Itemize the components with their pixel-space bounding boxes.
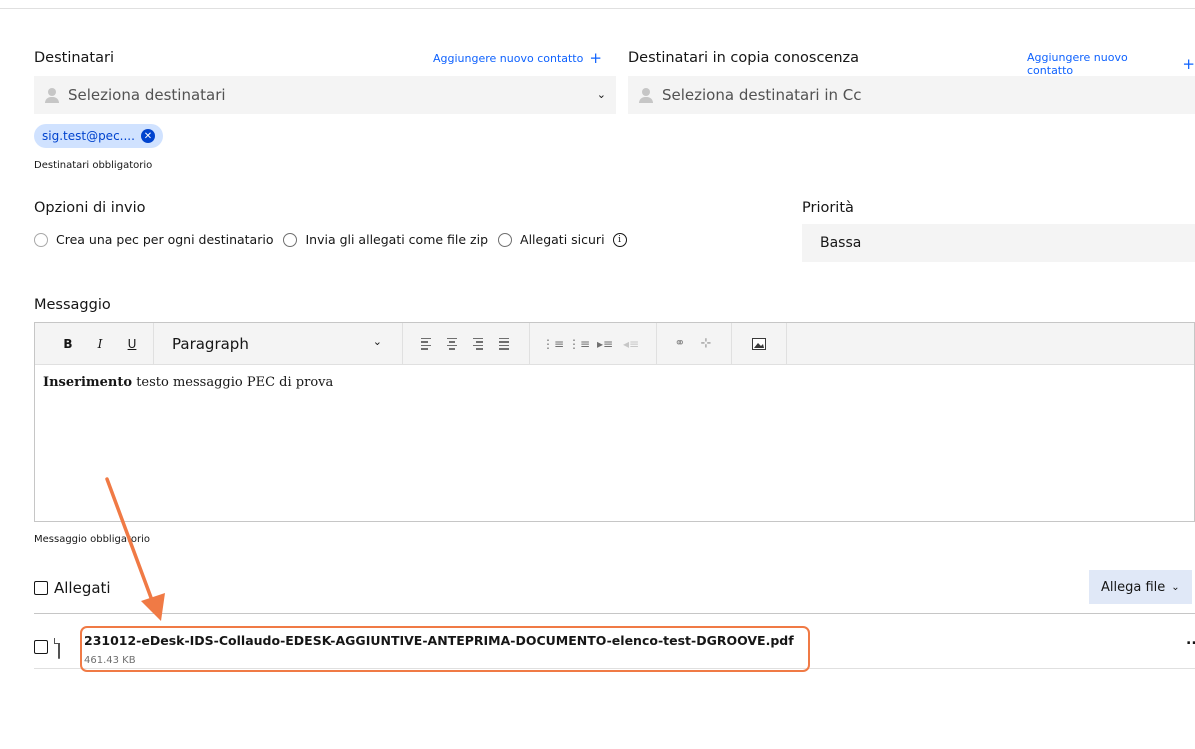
- toolbar-separator: [656, 322, 657, 365]
- send-options-label: Opzioni di invio: [34, 200, 146, 216]
- editor-toolbar: B I U Paragraph ⌄ ⋮≡ ⋮≡ ▸≡ ◂≡ ⚭ ⊹: [35, 322, 1194, 365]
- option-secure-attachments[interactable]: Allegati sicuri i: [498, 232, 627, 247]
- message-body-text: testo messaggio PEC di prova: [132, 375, 334, 390]
- send-options-group: Crea una pec per ogni destinatario Invia…: [34, 232, 637, 247]
- person-icon: [44, 87, 60, 103]
- top-divider: [0, 8, 1195, 9]
- option-one-pec-per-recipient[interactable]: Crea una pec per ogni destinatario: [34, 232, 273, 247]
- radio-icon[interactable]: [34, 232, 48, 247]
- align-center-icon[interactable]: [439, 331, 465, 357]
- plus-icon: +: [589, 49, 602, 67]
- align-justify-icon[interactable]: [491, 331, 517, 357]
- bullet-list-icon[interactable]: ⋮≡: [540, 331, 566, 357]
- align-right-icon[interactable]: [465, 331, 491, 357]
- add-contact-label: Aggiungere nuovo contatto: [1027, 51, 1128, 77]
- format-value: Paragraph: [172, 334, 249, 353]
- toolbar-separator: [402, 322, 403, 365]
- priority-select[interactable]: Bassa: [802, 224, 1195, 262]
- chevron-down-icon: ⌄: [1171, 581, 1180, 593]
- align-left-icon[interactable]: [413, 331, 439, 357]
- unlink-icon[interactable]: ⊹: [693, 331, 719, 357]
- attachments-divider: [34, 613, 1195, 614]
- numbered-list-icon[interactable]: ⋮≡: [566, 331, 592, 357]
- priority-value: Bassa: [820, 235, 862, 251]
- recipient-tag: sig.test@pec.... ✕: [34, 124, 163, 148]
- option-zip-attachments[interactable]: Invia gli allegati come file zip: [283, 232, 488, 247]
- format-select[interactable]: Paragraph ⌄: [154, 323, 402, 365]
- info-icon[interactable]: i: [612, 232, 627, 247]
- remove-tag-icon[interactable]: ✕: [140, 129, 155, 143]
- cc-placeholder: Seleziona destinatari in Cc: [662, 86, 862, 104]
- italic-button[interactable]: I: [87, 331, 113, 357]
- attach-file-button[interactable]: Allega file ⌄: [1089, 570, 1192, 604]
- priority-label: Priorità: [802, 200, 854, 216]
- chevron-down-icon: ⌄: [372, 334, 382, 348]
- annotation-arrow: [105, 477, 165, 621]
- outdent-icon[interactable]: ◂≡: [618, 331, 644, 357]
- person-icon: [638, 87, 654, 103]
- link-icon[interactable]: ⚭: [667, 331, 693, 357]
- message-editor: B I U Paragraph ⌄ ⋮≡ ⋮≡ ▸≡ ◂≡ ⚭ ⊹ Inseri…: [34, 322, 1195, 522]
- recipients-select[interactable]: Seleziona destinatari ⌄: [34, 76, 616, 114]
- cc-select[interactable]: Seleziona destinatari in Cc: [628, 76, 1195, 114]
- recipients-helper-text: Destinatari obbligatorio: [34, 160, 153, 171]
- message-body[interactable]: Inserimento testo messaggio PEC di prova: [35, 365, 1194, 400]
- toolbar-separator: [786, 322, 787, 365]
- cc-label: Destinatari in copia conoscenza: [628, 50, 860, 66]
- attachment-checkbox[interactable]: [34, 640, 48, 654]
- underline-button[interactable]: U: [119, 331, 145, 357]
- bold-button[interactable]: B: [55, 331, 81, 357]
- recipients-placeholder: Seleziona destinatari: [68, 86, 226, 104]
- annotation-highlight-box: [80, 626, 810, 672]
- image-icon[interactable]: [746, 331, 772, 357]
- pdf-file-icon: [58, 638, 60, 659]
- indent-icon[interactable]: ▸≡: [592, 331, 618, 357]
- select-all-checkbox[interactable]: [34, 581, 48, 595]
- recipient-tag-label: sig.test@pec....: [42, 129, 135, 143]
- option-label: Allegati sicuri: [520, 232, 605, 247]
- plus-icon: +: [1182, 54, 1195, 73]
- radio-icon[interactable]: [283, 232, 298, 247]
- cc-add-contact-link[interactable]: Aggiungere nuovo contatto +: [1027, 51, 1195, 77]
- overflow-menu-icon[interactable]: ...: [1186, 632, 1195, 648]
- message-label: Messaggio: [34, 297, 111, 313]
- recipients-label: Destinatari: [34, 50, 114, 66]
- add-contact-label: Aggiungere nuovo contatto: [433, 52, 584, 65]
- option-label: Invia gli allegati come file zip: [305, 232, 489, 247]
- option-label: Crea una pec per ogni destinatario: [56, 232, 274, 247]
- attach-file-label: Allega file: [1101, 579, 1166, 595]
- toolbar-separator: [529, 322, 530, 365]
- toolbar-separator: [731, 322, 732, 365]
- radio-icon[interactable]: [498, 232, 513, 247]
- chevron-down-icon: ⌄: [596, 88, 606, 101]
- recipients-add-contact-link[interactable]: Aggiungere nuovo contatto +: [433, 51, 602, 66]
- message-body-bold: Inserimento: [43, 375, 133, 390]
